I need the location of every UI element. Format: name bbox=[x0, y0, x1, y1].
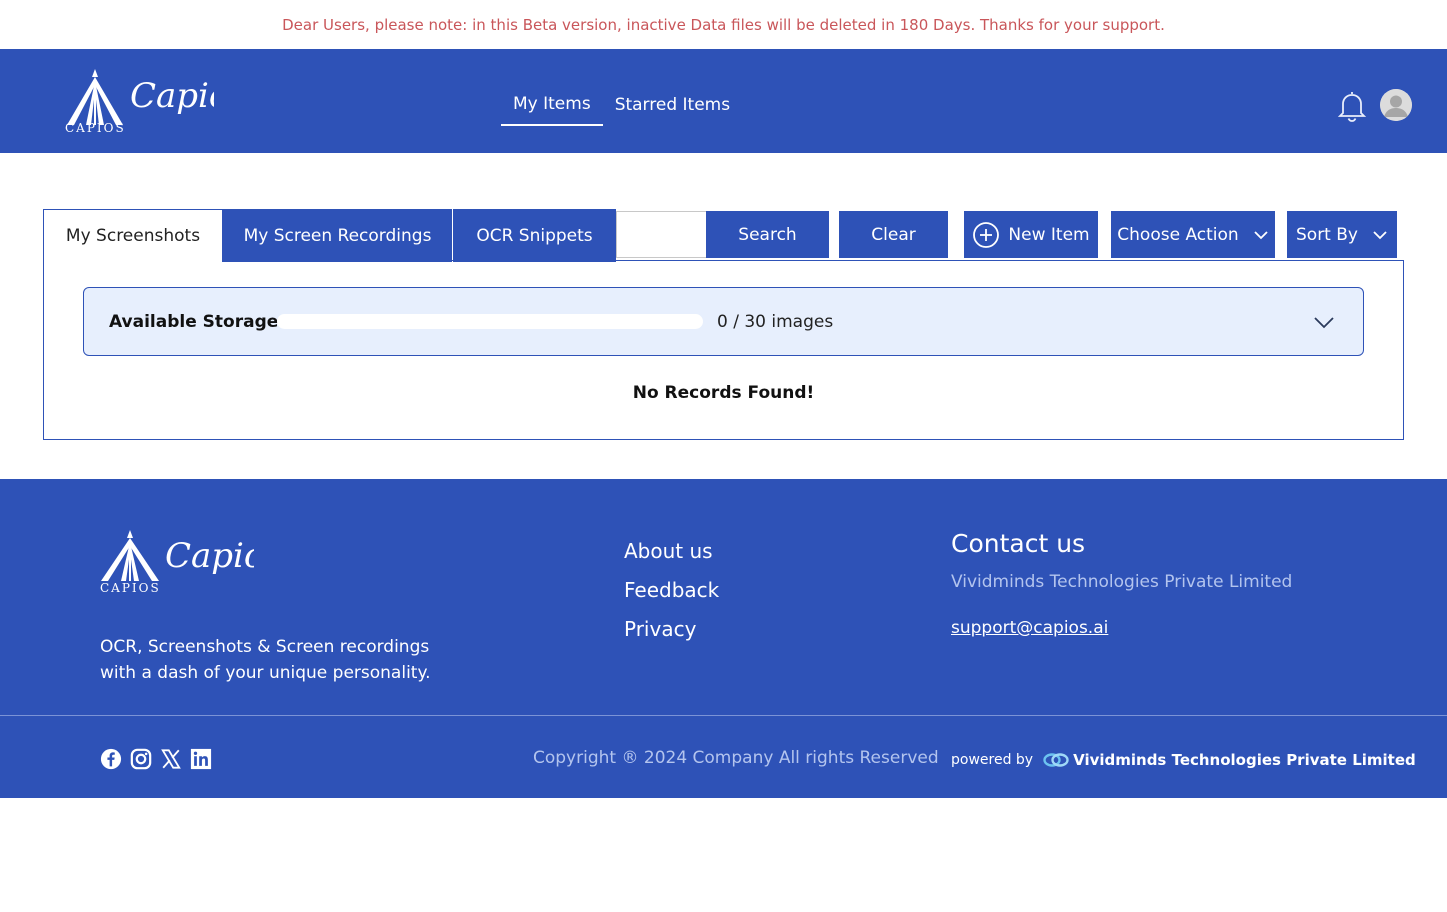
chevron-down-icon[interactable] bbox=[1312, 312, 1336, 332]
main-nav: My Items Starred Items bbox=[501, 49, 742, 153]
tab-my-screen-recordings-label: My Screen Recordings bbox=[243, 225, 432, 246]
nav-starred-items-label: Starred Items bbox=[614, 95, 731, 115]
tab-ocr-snippets-label: OCR Snippets bbox=[476, 225, 593, 246]
footer-link-about[interactable]: About us bbox=[624, 531, 719, 570]
tab-my-screen-recordings[interactable]: My Screen Recordings bbox=[223, 209, 452, 262]
nav-my-items[interactable]: My Items bbox=[501, 84, 603, 126]
search-button-label: Search bbox=[738, 224, 797, 245]
vividminds-logo-icon bbox=[1043, 753, 1069, 767]
footer-link-feedback[interactable]: Feedback bbox=[624, 570, 719, 609]
chevron-down-icon bbox=[1254, 230, 1268, 239]
footer-capios-logo[interactable]: Capios CAPIOS bbox=[99, 529, 282, 597]
beta-notice-banner: Dear Users, please note: in this Beta ve… bbox=[0, 0, 1447, 49]
logo-wordmark: CAPIOS bbox=[65, 121, 126, 133]
social-links bbox=[100, 748, 212, 770]
search-button[interactable]: Search bbox=[706, 211, 829, 258]
new-item-button[interactable]: New Item bbox=[964, 211, 1098, 258]
empty-state-message: No Records Found! bbox=[632, 383, 815, 403]
tab-my-screenshots[interactable]: My Screenshots bbox=[43, 209, 223, 262]
powered-by-label: powered by bbox=[951, 752, 1034, 768]
instagram-icon[interactable] bbox=[130, 748, 152, 770]
search-input[interactable] bbox=[616, 211, 706, 258]
sort-by-label: Sort By bbox=[1296, 224, 1358, 245]
contact-title: Contact us bbox=[951, 529, 1086, 558]
clear-button-label: Clear bbox=[871, 224, 916, 245]
clear-button[interactable]: Clear bbox=[839, 211, 948, 258]
copyright-text: Copyright ® 2024 Company All rights Rese… bbox=[533, 748, 939, 768]
beta-notice-text: Dear Users, please note: in this Beta ve… bbox=[282, 15, 1165, 34]
bell-icon[interactable] bbox=[1337, 89, 1367, 123]
footer-link-about-label: About us bbox=[624, 538, 713, 563]
logo-script-text: Capios bbox=[130, 76, 214, 116]
storage-progress-bar bbox=[277, 314, 703, 329]
storage-count: 0 / 30 images bbox=[717, 311, 834, 332]
contact-email-link[interactable]: support@capios.ai bbox=[951, 618, 1108, 638]
nav-my-items-label: My Items bbox=[513, 94, 591, 114]
powered-by: powered by Vividminds Technologies Priva… bbox=[951, 751, 1416, 769]
choose-action-dropdown[interactable]: Choose Action bbox=[1111, 211, 1275, 258]
contact-company: Vividminds Technologies Private Limited bbox=[951, 572, 1293, 592]
tab-my-screenshots-label: My Screenshots bbox=[65, 226, 201, 246]
choose-action-label: Choose Action bbox=[1117, 224, 1239, 245]
avatar[interactable] bbox=[1380, 89, 1412, 121]
footer-logo-script-text: Capios bbox=[165, 536, 254, 576]
x-icon[interactable] bbox=[160, 748, 182, 770]
top-header: Capios CAPIOS My Items Starred Items bbox=[0, 49, 1447, 153]
tab-ocr-snippets[interactable]: OCR Snippets bbox=[453, 209, 616, 262]
footer-logo-wordmark: CAPIOS bbox=[100, 581, 161, 595]
nav-starred-items[interactable]: Starred Items bbox=[603, 84, 742, 126]
footer-link-feedback-label: Feedback bbox=[624, 577, 720, 602]
chevron-down-icon bbox=[1373, 230, 1387, 239]
footer-divider bbox=[0, 715, 1447, 716]
sort-by-dropdown[interactable]: Sort By bbox=[1287, 211, 1397, 258]
footer-link-privacy[interactable]: Privacy bbox=[624, 609, 719, 648]
footer-links: About us Feedback Privacy bbox=[624, 531, 719, 648]
new-item-button-label: New Item bbox=[1008, 224, 1090, 245]
footer-tagline: OCR, Screenshots & Screen recordings wit… bbox=[100, 634, 460, 686]
footer-tagline-line1: OCR, Screenshots & Screen recordings bbox=[100, 637, 430, 657]
storage-label: Available Storage bbox=[109, 311, 279, 332]
facebook-icon[interactable] bbox=[100, 748, 122, 770]
linkedin-icon[interactable] bbox=[190, 748, 212, 770]
available-storage-panel[interactable]: Available Storage 0 / 30 images bbox=[83, 287, 1364, 356]
capios-logo[interactable]: Capios CAPIOS bbox=[64, 67, 247, 135]
footer-link-privacy-label: Privacy bbox=[624, 616, 697, 641]
site-footer: OCR, Screenshots & Screen recordings wit… bbox=[0, 479, 1447, 798]
powered-by-brand[interactable]: Vividminds Technologies Private Limited bbox=[1073, 751, 1416, 769]
footer-tagline-line2: with a dash of your unique personality. bbox=[100, 663, 431, 683]
plus-circle-icon bbox=[973, 221, 1000, 248]
